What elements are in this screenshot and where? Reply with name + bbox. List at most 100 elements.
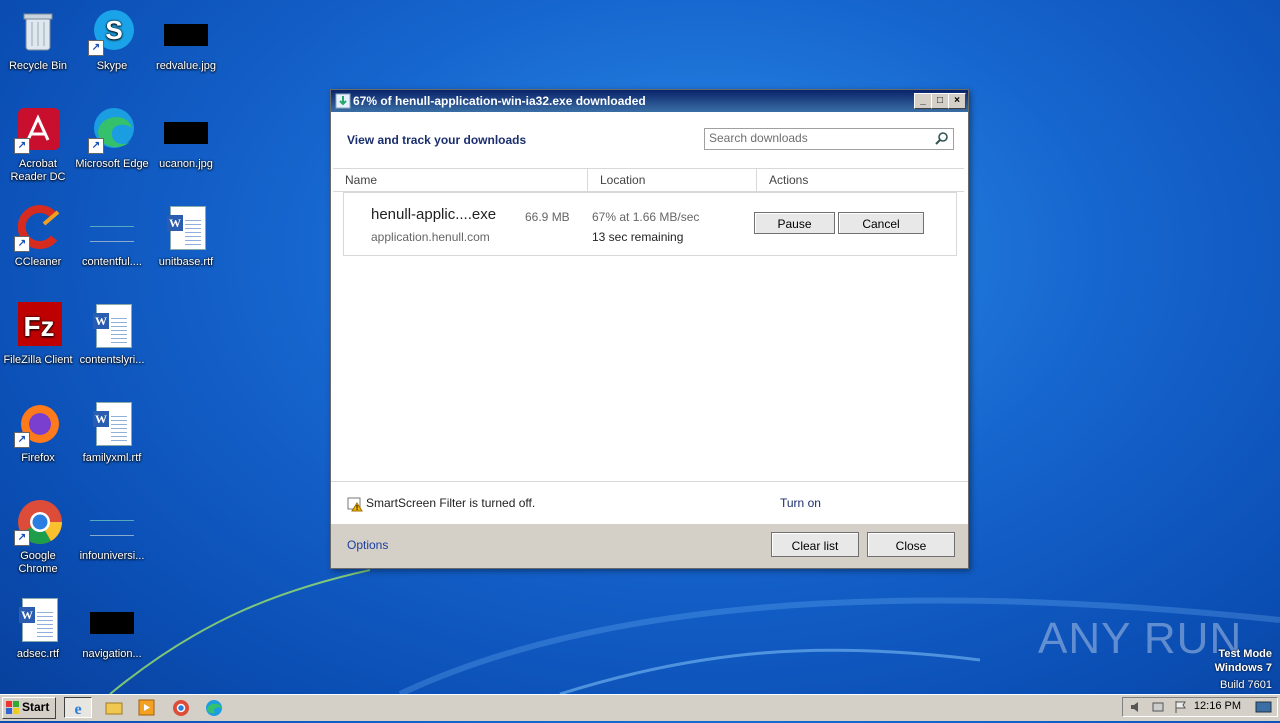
desktop-icon-edge[interactable]: ↗ Microsoft Edge	[74, 106, 150, 171]
column-headers: Name Location Actions	[333, 168, 964, 192]
image-thumbnail-icon	[90, 612, 134, 634]
test-mode-text: Test Mode	[1218, 648, 1272, 660]
desktop-icon-label: Acrobat Reader DC	[10, 158, 66, 183]
svg-text:e: e	[74, 701, 81, 717]
close-window-button[interactable]: ×	[948, 93, 966, 109]
shortcut-arrow-icon: ↗	[14, 236, 30, 252]
smartscreen-text: SmartScreen Filter is turned off.	[366, 496, 536, 510]
options-link[interactable]: Options	[347, 538, 388, 552]
word-document-icon: W	[19, 598, 58, 642]
desktop-icon-label: familyxml.rtf	[82, 452, 142, 464]
desktop-icon-label: ucanon.jpg	[159, 158, 213, 170]
desktop-icon-label: infouniversi...	[79, 550, 145, 562]
filezilla-icon: Fz	[18, 302, 62, 346]
desktop-icon-familyxml[interactable]: W familyxml.rtf	[74, 400, 150, 465]
shortcut-arrow-icon: ↗	[14, 432, 30, 448]
download-host: application.henull.com	[371, 230, 490, 244]
desktop-icon-label: Skype	[96, 60, 128, 72]
desktop-icon-navigation[interactable]: navigation...	[74, 596, 150, 661]
windows-flag-icon	[6, 701, 19, 714]
windows-version-text: Windows 7	[1214, 662, 1272, 674]
network-icon[interactable]	[1151, 700, 1167, 714]
anyrun-watermark: ANY RUN	[1038, 614, 1243, 663]
desktop-icon-acrobat[interactable]: ↗ Acrobat Reader DC	[0, 106, 76, 184]
desktop-icon-recycle-bin[interactable]: Recycle Bin	[0, 8, 76, 73]
close-button[interactable]: Close	[867, 532, 955, 557]
action-center-flag-icon[interactable]	[1173, 700, 1189, 714]
desktop-icon-label: Google Chrome	[18, 550, 58, 575]
desktop-icon-skype[interactable]: S ↗ Skype	[74, 8, 150, 73]
taskbar-edge-button[interactable]	[200, 697, 228, 718]
desktop-icon-label: contentslyri...	[79, 354, 145, 366]
show-desktop-icon[interactable]	[1255, 700, 1273, 714]
shortcut-arrow-icon: ↗	[14, 138, 30, 154]
shortcut-arrow-icon: ↗	[14, 530, 30, 546]
taskbar-chrome-button[interactable]	[167, 697, 195, 718]
desktop-icon-firefox[interactable]: ↗ Firefox	[0, 400, 76, 465]
taskbar-media-button[interactable]	[133, 697, 161, 718]
column-location[interactable]: Location	[587, 169, 756, 191]
window-title: 67% of henull-application-win-ia32.exe d…	[353, 94, 646, 108]
desktop-icon-unitbase[interactable]: W unitbase.rtf	[148, 204, 224, 269]
download-window-icon	[335, 93, 351, 109]
desktop-icon-ccleaner[interactable]: ↗ CCleaner	[0, 204, 76, 269]
minimize-button[interactable]: _	[914, 93, 932, 109]
file-thumbnail-icon	[90, 226, 134, 242]
image-thumbnail-icon	[164, 24, 208, 46]
word-document-icon: W	[93, 304, 132, 348]
internet-explorer-icon: e	[74, 701, 81, 718]
taskbar: Start e 12:16 PM	[0, 694, 1280, 721]
recycle-bin-icon	[23, 13, 53, 51]
desktop-icon-infouniversi[interactable]: infouniversi...	[74, 498, 150, 563]
svg-text:Fz: Fz	[23, 311, 54, 342]
download-remaining: 13 sec remaining	[592, 230, 684, 244]
desktop-icon-filezilla[interactable]: Fz FileZilla Client	[0, 302, 76, 367]
volume-icon[interactable]	[1129, 700, 1145, 714]
download-size: 66.9 MB	[525, 210, 570, 224]
search-box[interactable]	[704, 128, 954, 150]
search-input[interactable]	[705, 129, 933, 147]
folder-icon	[105, 702, 123, 715]
desktop-icon-label: redvalue.jpg	[156, 60, 216, 72]
shortcut-arrow-icon: ↗	[88, 138, 104, 154]
download-filename: henull-applic....exe	[371, 206, 497, 223]
desktop-icon-ucanon[interactable]: ucanon.jpg	[148, 106, 224, 171]
maximize-button[interactable]: □	[931, 93, 949, 109]
cancel-button[interactable]: Cancel	[838, 212, 924, 234]
start-label: Start	[22, 700, 50, 714]
taskbar-explorer-button[interactable]	[100, 697, 128, 718]
desktop-icon-label: unitbase.rtf	[158, 256, 214, 268]
desktop-icon-contentful[interactable]: contentful....	[74, 204, 150, 269]
search-icon[interactable]	[935, 131, 949, 145]
taskbar-ie-button[interactable]: e	[64, 697, 92, 718]
clock[interactable]: 12:16 PM	[1194, 700, 1241, 712]
pause-button[interactable]: Pause	[754, 212, 835, 234]
desktop-icon-chrome[interactable]: ↗ Google Chrome	[0, 498, 76, 576]
media-player-icon	[138, 699, 155, 716]
shortcut-arrow-icon: ↗	[88, 40, 104, 56]
desktop-icon-adsec[interactable]: W adsec.rtf	[0, 596, 76, 661]
download-row[interactable]: henull-applic....exe 66.9 MB application…	[343, 192, 957, 256]
window-footer: Options Clear list Close	[331, 524, 968, 568]
turn-on-link[interactable]: Turn on	[780, 496, 821, 510]
word-document-icon: W	[93, 402, 132, 446]
svg-text:!: !	[356, 505, 358, 512]
desktop-icon-label: Recycle Bin	[8, 60, 68, 72]
downloads-window: 67% of henull-application-win-ia32.exe d…	[330, 89, 969, 569]
desktop-icon-label: FileZilla Client	[3, 354, 73, 366]
edge-icon	[206, 700, 222, 716]
window-titlebar[interactable]: 67% of henull-application-win-ia32.exe d…	[331, 90, 968, 112]
start-button[interactable]: Start	[2, 697, 56, 719]
desktop-icon-label: contentful....	[82, 256, 142, 268]
desktop-icon-contentslyri[interactable]: W contentslyri...	[74, 302, 150, 367]
desktop-icon-redvalue[interactable]: redvalue.jpg	[148, 8, 224, 73]
chrome-icon	[173, 700, 189, 716]
desktop-icon-label: Microsoft Edge	[75, 158, 149, 170]
smartscreen-bar: ! SmartScreen Filter is turned off. Turn…	[331, 481, 968, 524]
clear-list-button[interactable]: Clear list	[771, 532, 859, 557]
desktop-icon-label: navigation...	[82, 648, 142, 660]
column-name[interactable]: Name	[333, 169, 587, 191]
smartscreen-warning-icon: !	[347, 497, 363, 512]
desktop-icon-label: Firefox	[21, 452, 55, 464]
download-progress: 67% at 1.66 MB/sec	[592, 210, 700, 224]
